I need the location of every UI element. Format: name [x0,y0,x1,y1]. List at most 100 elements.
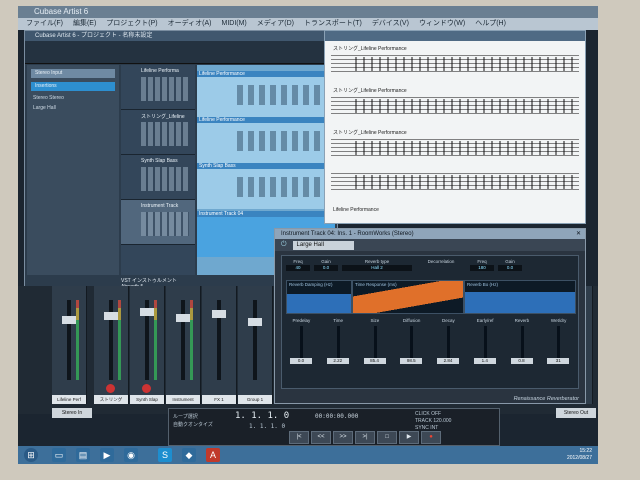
start-button-icon[interactable]: ⊞ [24,448,38,462]
locator-display[interactable]: 1. 1. 1. 0 [249,423,285,430]
stereo-in-label: Stereo In [52,408,92,418]
browser-icon[interactable]: ◉ [124,448,138,462]
mixer-channel[interactable]: Group 1 [238,286,273,404]
fader-cap[interactable] [104,312,118,320]
position-display[interactable]: 1. 1. 1. 0 [235,411,289,421]
auto-quantize[interactable]: 自動クオンタイズ [173,421,213,429]
fader-track [67,300,71,380]
fader-cap[interactable] [212,310,226,318]
reverb-eq-graph[interactable]: Reverb Bo (Hz) [464,280,576,314]
pdf-reader-icon[interactable]: A [206,448,220,462]
menu-transport[interactable]: トランスポート(T) [304,18,362,30]
menu-bar: ファイル(F) 編集(E) プロジェクト(P) オーディオ(A) MIDI(M)… [18,18,598,30]
clock-date: 2012/08/27 [566,455,592,461]
track-row[interactable]: ストリング_Lifeline [121,110,195,155]
slider-diffusion[interactable]: Diffusion 98.5 [396,318,427,374]
vsti-label: VST インストゥルメント [121,278,177,284]
inspector-insertions[interactable]: Insertions [31,82,115,91]
menu-file[interactable]: ファイル(F) [26,18,63,30]
track-controls[interactable] [141,122,189,146]
folder-icon[interactable]: ▤ [76,448,90,462]
level-meter [190,300,193,380]
track-name: ストリング_Lifeline [141,114,185,120]
time-display[interactable]: 00:00:00.000 [315,413,358,420]
part-label: Lifeline Performance [199,71,245,77]
reverb-plugin-window: Instrument Track 04: Ins. 1 - RoomWorks … [274,228,586,404]
slider-predelay[interactable]: Predelay 0.0 [286,318,317,374]
damping-graph[interactable]: Reverb Damping (Hz) [286,280,352,314]
menu-edit[interactable]: 編集(E) [73,18,96,30]
fader-cap[interactable] [248,318,262,326]
slider-size[interactable]: Size 85.4 [360,318,391,374]
part-notes [237,131,327,151]
menu-help[interactable]: ヘルプ(H) [475,18,506,30]
midi-part[interactable]: Lifeline Performance [197,117,335,163]
stop-button[interactable]: □ [377,431,397,444]
plugin-panel: Freq 40 Gain 0.0 Reverb type Hall 2 Decorre… [281,255,579,389]
preset-selector[interactable]: Large Hall [292,240,354,250]
skype-icon[interactable]: S [158,448,172,462]
menu-project[interactable]: プロジェクト(P) [106,18,157,30]
slider-decay[interactable]: Decay 2.84 [433,318,464,374]
menu-window[interactable]: ウィンドウ(W) [419,18,465,30]
record-icon[interactable] [142,384,151,393]
go-to-start-button[interactable]: |< [289,431,309,444]
transport-modes[interactable]: ループ選択 自動クオンタイズ [173,413,213,429]
power-icon[interactable]: ⏻ [281,241,287,249]
inspector-input[interactable]: Stereo Input [31,69,115,78]
go-to-end-button[interactable]: >| [355,431,375,444]
project-toolbar[interactable] [25,41,337,64]
slider-time[interactable]: Time 2.22 [323,318,354,374]
inspector-insert-slot[interactable]: Large Hall [33,105,113,111]
mixer-channel[interactable]: Synth Slap [130,286,165,404]
tempo-status[interactable]: TRACK 120.000 [415,418,451,425]
fader-cap[interactable] [176,314,190,322]
click-status[interactable]: CLICK OFF [415,411,451,418]
transport-controls: |< << >> >| □ ▶ ● [289,431,441,444]
menu-devices[interactable]: デバイス(V) [372,18,409,30]
track-row-selected[interactable]: Instrument Track [121,200,195,245]
cubase-icon[interactable]: ◆ [182,448,196,462]
media-player-icon[interactable]: ▶ [100,448,114,462]
time-response-graph[interactable]: Time Response (ms) [352,280,464,314]
param-decorrelation[interactable]: Decorrelation [416,259,466,271]
record-button[interactable]: ● [421,431,441,444]
track-row[interactable]: Synth Slap Bass [121,155,195,200]
slider-early-ref[interactable]: Early/ref 1.4 [470,318,501,374]
mixer-channel[interactable]: Lifeline Perf [52,286,87,404]
fader-cap[interactable] [62,316,76,324]
staff-label: ストリング_Lifeline Performance [333,130,407,136]
menu-audio[interactable]: オーディオ(A) [168,18,212,30]
explorer-icon[interactable]: ▭ [52,448,66,462]
param-gain-2[interactable]: Gain 0.0 [498,259,522,271]
midi-part[interactable]: Synth Slap Bass [197,163,335,209]
mixer-channel[interactable]: FX 1 [202,286,237,404]
rewind-button[interactable]: << [311,431,331,444]
midi-part[interactable]: Lifeline Performance [197,71,335,117]
mixer-channel[interactable]: ストリング [94,286,129,404]
loop-mode[interactable]: ループ選択 [173,413,213,421]
menu-midi[interactable]: MIDI(M) [221,18,246,30]
track-controls[interactable] [141,212,189,236]
track-controls[interactable] [141,77,189,101]
system-clock[interactable]: 15:22 2012/08/27 [567,448,592,462]
forward-button[interactable]: >> [333,431,353,444]
param-freq[interactable]: Freq 40 [286,259,310,271]
play-button[interactable]: ▶ [399,431,419,444]
fader-cap[interactable] [140,308,154,316]
slider-reverb[interactable]: Reverb 0.8 [507,318,538,374]
part-label: Synth Slap Bass [199,163,236,169]
record-icon[interactable] [106,384,115,393]
close-icon[interactable]: ✕ [576,229,581,239]
param-freq-2[interactable]: Freq 180 [470,259,494,271]
param-reverb-type[interactable]: Reverb type Hall 2 [342,259,412,271]
mixer-channel[interactable]: Instrument [166,286,201,404]
slider-wet-dry[interactable]: Wet/dry 31 [543,318,574,374]
sync-status[interactable]: SYNC INT [415,425,451,432]
param-gain[interactable]: Gain 0.0 [314,259,338,271]
menu-media[interactable]: メディア(D) [257,18,294,30]
staff-label: Lifeline Performance [333,207,379,213]
left-locator[interactable]: 1. 1. 1. 0 [249,423,285,430]
track-row[interactable]: Lifeline Performa [121,65,195,110]
track-controls[interactable] [141,167,189,191]
